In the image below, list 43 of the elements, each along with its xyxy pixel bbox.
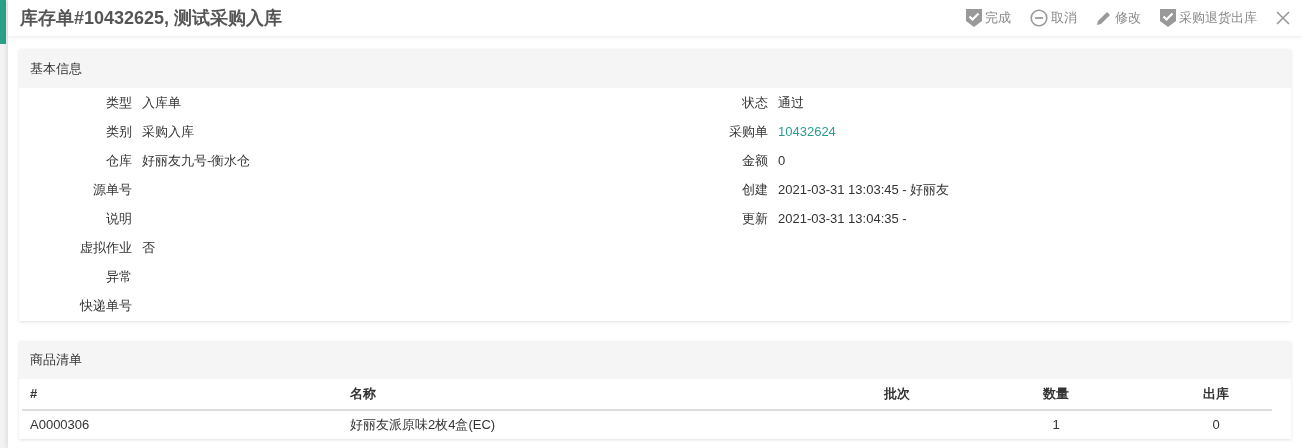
column-header: #	[22, 379, 342, 410]
field-value: 2021-03-31 13:04:35 -	[778, 209, 907, 228]
field-label: 虚拟作业	[79, 238, 133, 257]
toolbar-button[interactable]: 取消	[1030, 8, 1077, 28]
column-header: 批次	[842, 379, 952, 410]
field-label: 说明	[105, 209, 133, 228]
field-label: 类型	[105, 93, 133, 112]
card-title: 基本信息	[30, 59, 82, 78]
column-header: 出库	[1160, 379, 1272, 410]
card-title: 商品清单	[30, 351, 82, 370]
table-cell: 好丽友派原味2枚4盒(EC)	[342, 410, 842, 439]
field-label: 源单号	[92, 180, 133, 199]
close-button[interactable]	[1276, 11, 1290, 25]
table-cell: 0	[1160, 410, 1272, 439]
toolbar-button[interactable]: 完成	[966, 8, 1011, 28]
dialog-title: 库存单#10432625, 测试采购入库	[20, 6, 283, 30]
field-value: 通过	[778, 93, 804, 112]
field-label: 快递单号	[79, 296, 133, 315]
pencil-icon	[1096, 10, 1112, 26]
field-label: 类别	[105, 122, 133, 141]
field-value: 采购入库	[142, 122, 194, 141]
field-label: 状态	[741, 93, 769, 112]
field-label: 采购单	[728, 122, 769, 141]
field-label: 金额	[741, 151, 769, 170]
field-value: 2021-03-31 13:03:45 - 好丽友	[778, 180, 950, 199]
field-label: 创建	[741, 180, 769, 199]
shield-check-icon	[1160, 9, 1176, 27]
field-value: 否	[142, 238, 155, 257]
field-label: 异常	[105, 267, 133, 286]
table-cell: 1	[952, 410, 1160, 439]
order-link[interactable]: 10432624	[778, 121, 836, 142]
shield-check-icon	[966, 9, 982, 27]
toolbar-button[interactable]: 采购退货出库	[1160, 8, 1257, 28]
field-label: 仓库	[105, 151, 133, 170]
column-header: 名称	[342, 379, 842, 410]
field-value: 好丽友九号-衡水仓	[142, 151, 251, 170]
table-cell: A0000306	[22, 410, 342, 439]
toolbar-button[interactable]: 修改	[1096, 8, 1141, 28]
field-value: 0	[778, 151, 786, 170]
field-value: 入库单	[142, 93, 181, 112]
column-header: 数量	[952, 379, 1160, 410]
minus-circle-icon	[1030, 9, 1048, 27]
field-label: 更新	[741, 209, 769, 228]
